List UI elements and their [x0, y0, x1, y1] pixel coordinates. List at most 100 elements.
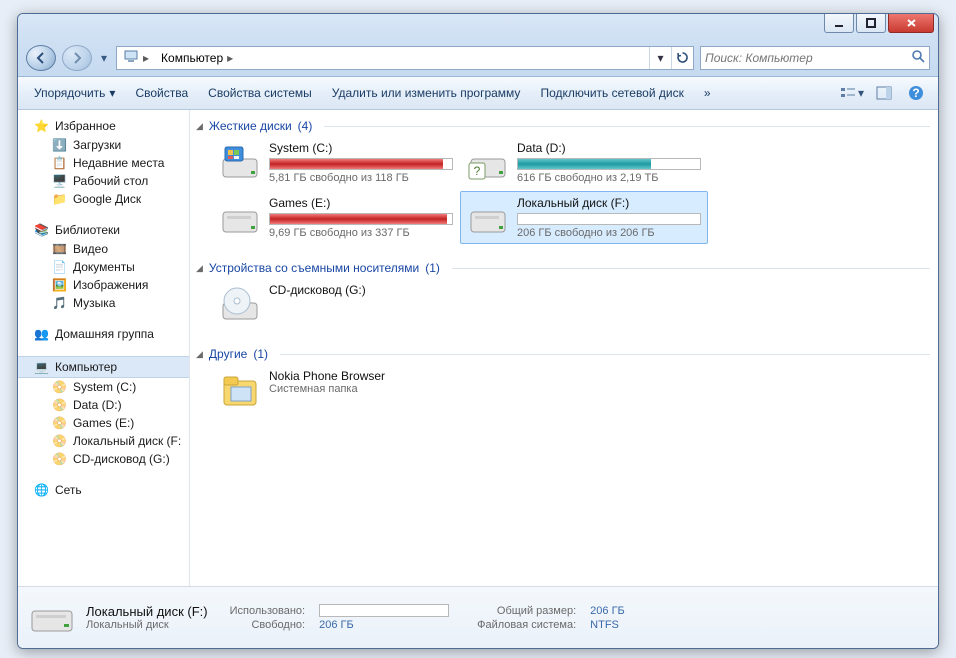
nav-item[interactable]: 📁Google Диск	[18, 190, 189, 208]
nav-item-label: Изображения	[73, 278, 148, 292]
drive-name: System (C:)	[269, 141, 453, 155]
help-button[interactable]: ?	[902, 82, 930, 104]
address-dropdown[interactable]: ▾	[649, 47, 671, 69]
nav-item-icon: 📁	[52, 192, 67, 206]
address-bar[interactable]: ▸ Компьютер ▸ ▾	[116, 46, 694, 70]
toolbar-overflow[interactable]: »	[696, 82, 719, 104]
nav-item-label: Музыка	[73, 296, 115, 310]
titlebar	[18, 14, 938, 42]
nav-item[interactable]: 📀 Data (D:)	[18, 396, 189, 414]
computer-icon	[123, 48, 139, 67]
drive-tile[interactable]: Games (E:) 9,69 ГБ свободно из 337 ГБ	[212, 191, 460, 244]
content-area: ◢ Жесткие диски (4) System (C:) 5,81 ГБ …	[190, 110, 938, 586]
refresh-button[interactable]	[671, 47, 693, 69]
nav-item[interactable]: 📀Games (E:)	[18, 414, 189, 432]
nav-history-dropdown[interactable]: ▾	[98, 51, 110, 65]
svg-text:?: ?	[912, 86, 919, 100]
map-network-drive-button[interactable]: Подключить сетевой диск	[532, 82, 691, 104]
nav-item-label: Локальный диск (F:	[73, 434, 181, 448]
used-space-bar	[319, 604, 449, 617]
drive-icon	[467, 196, 509, 238]
window-chrome: ▾ ▸ Компьютер ▸ ▾	[18, 14, 938, 77]
uninstall-program-button[interactable]: Удалить или изменить программу	[324, 82, 529, 104]
folder-icon	[219, 369, 261, 411]
computer-icon: 💻	[34, 360, 49, 374]
search-box[interactable]	[700, 46, 930, 70]
group-header-other[interactable]: ◢ Другие (1)	[194, 344, 930, 364]
nav-item-label: Видео	[73, 242, 108, 256]
nav-item[interactable]: 📀 Локальный диск (F:	[18, 432, 189, 450]
collapse-icon: ◢	[196, 263, 203, 274]
nav-computer[interactable]: 💻Компьютер	[18, 356, 189, 378]
view-options-button[interactable]: ▾	[838, 82, 866, 104]
drive-tile[interactable]: Локальный диск (F:) 206 ГБ свободно из 2…	[460, 191, 708, 244]
navigation-pane: ⭐Избранное ⬇️Загрузки📋Недавние места 🖥️ Ра…	[18, 110, 190, 586]
nav-item-label: Загрузки	[73, 138, 121, 152]
nav-item[interactable]: 📋Недавние места	[18, 154, 189, 172]
drive-name: Локальный диск (F:)	[517, 196, 701, 210]
nav-item[interactable]: 🖥️ Рабочий стол	[18, 172, 189, 190]
nav-favorites[interactable]: ⭐Избранное	[18, 116, 189, 136]
forward-button[interactable]	[62, 45, 92, 71]
explorer-window: ▾ ▸ Компьютер ▸ ▾	[17, 13, 939, 649]
maximize-button[interactable]	[856, 13, 886, 33]
nav-item-icon: 🖥️	[52, 174, 67, 188]
space-bar	[269, 213, 453, 225]
nav-item-label: Документы	[73, 260, 135, 274]
drive-name: Data (D:)	[517, 141, 701, 155]
nav-homegroup[interactable]: 👥Домашняя группа	[18, 324, 189, 344]
nav-item[interactable]: 📀 System (C:)	[18, 378, 189, 396]
breadcrumb-label: Компьютер	[161, 51, 223, 65]
drive-tile[interactable]: System (C:) 5,81 ГБ свободно из 118 ГБ	[212, 136, 460, 189]
drive-tile[interactable]: ? Data (D:) 616 ГБ свободно из 2,19 ТБ	[460, 136, 708, 189]
total-size-value: 206 ГБ	[590, 605, 625, 617]
drive-name: CD-дисковод (G:)	[269, 283, 453, 297]
drive-free-space: 5,81 ГБ свободно из 118 ГБ	[269, 172, 453, 184]
nav-item-label: Data (D:)	[73, 398, 122, 412]
drive-tile[interactable]: CD-дисковод (G:)	[212, 278, 460, 330]
drive-icon: 📀	[52, 434, 67, 448]
item-name: Nokia Phone Browser	[269, 369, 453, 383]
nav-item-label: Недавние места	[73, 156, 164, 170]
nav-item[interactable]: 🎵Музыка	[18, 294, 189, 312]
back-button[interactable]	[26, 45, 56, 71]
group-header-removable[interactable]: ◢ Устройства со съемными носителями (1)	[194, 258, 930, 278]
network-icon: 🌐	[34, 483, 49, 497]
close-button[interactable]	[888, 13, 934, 33]
minimize-button[interactable]	[824, 13, 854, 33]
properties-button[interactable]: Свойства	[127, 82, 196, 104]
libraries-icon: 📚	[34, 223, 49, 237]
free-label: Свободно:	[230, 619, 306, 631]
folder-tile[interactable]: Nokia Phone BrowserСистемная папка	[212, 364, 460, 416]
filesystem-value: NTFS	[590, 619, 625, 631]
breadcrumb-computer[interactable]: Компьютер ▸	[155, 47, 239, 69]
group-header-hdd[interactable]: ◢ Жесткие диски (4)	[194, 116, 930, 136]
free-value: 206 ГБ	[319, 619, 449, 631]
collapse-icon: ◢	[196, 121, 203, 132]
space-bar	[269, 158, 453, 170]
drive-icon: 📀	[52, 398, 67, 412]
nav-libraries[interactable]: 📚Библиотеки	[18, 220, 189, 240]
drive-name: Games (E:)	[269, 196, 453, 210]
drive-free-space: 206 ГБ свободно из 206 ГБ	[517, 227, 701, 239]
nav-item[interactable]: 📄Документы	[18, 258, 189, 276]
nav-item[interactable]: 📀CD-дисковод (G:)	[18, 450, 189, 468]
drive-icon: 📀	[52, 380, 67, 394]
breadcrumb-root[interactable]: ▸	[117, 47, 155, 69]
preview-pane-button[interactable]	[870, 82, 898, 104]
system-properties-button[interactable]: Свойства системы	[200, 82, 320, 104]
organize-menu[interactable]: Упорядочить ▾	[26, 82, 123, 104]
nav-network[interactable]: 🌐Сеть	[18, 480, 189, 500]
nav-item-label: Рабочий стол	[73, 174, 148, 188]
homegroup-icon: 👥	[34, 327, 49, 341]
filesystem-label: Файловая система:	[477, 619, 576, 631]
nav-item[interactable]: 🎞️Видео	[18, 240, 189, 258]
details-pane: Локальный диск (F:) Локальный диск Испол…	[18, 586, 938, 648]
cd-drive-icon	[219, 283, 261, 325]
star-icon: ⭐	[34, 119, 49, 133]
nav-item[interactable]: ⬇️Загрузки	[18, 136, 189, 154]
drive-icon: ?	[467, 141, 509, 183]
search-input[interactable]	[705, 51, 911, 65]
nav-item[interactable]: 🖼️Изображения	[18, 276, 189, 294]
nav-item-label: System (C:)	[73, 380, 136, 394]
